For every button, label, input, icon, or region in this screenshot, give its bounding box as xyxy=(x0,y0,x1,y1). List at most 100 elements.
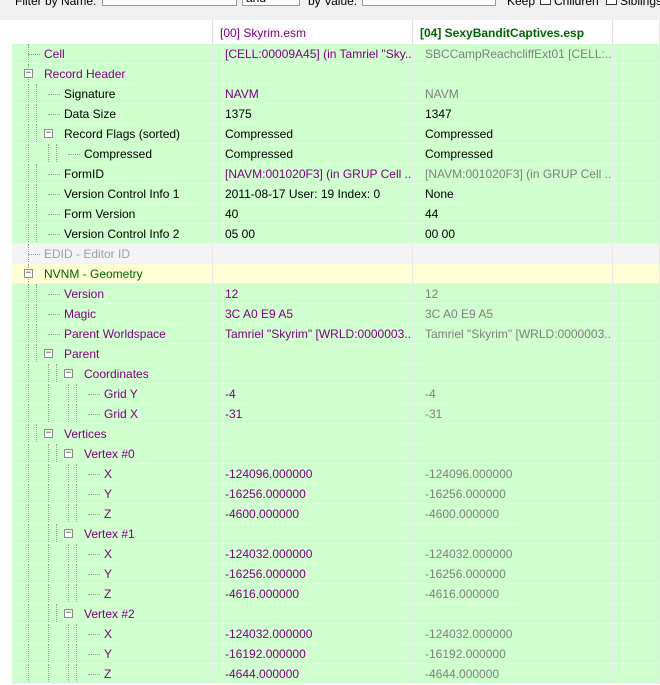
record-row[interactable]: Z -4600.000000 -4600.000000 xyxy=(12,504,660,524)
value-cell-file1[interactable]: -16192.000000 xyxy=(213,644,413,664)
value-cell-file1[interactable]: -124032.000000 xyxy=(213,624,413,644)
value-cell-file1[interactable]: NAVM xyxy=(213,84,413,104)
value-cell-file2[interactable]: -124032.000000 xyxy=(413,624,613,644)
collapse-toggle-icon[interactable]: − xyxy=(64,449,73,458)
value-cell-file2[interactable]: NAVM xyxy=(413,84,613,104)
collapse-toggle-icon[interactable]: − xyxy=(24,69,33,78)
record-row[interactable]: − Record Flags (sorted) Compressed Compress… xyxy=(12,124,660,144)
record-row[interactable]: − NVNM - Geometry xyxy=(12,264,660,284)
value-cell-file2[interactable]: Compressed xyxy=(413,124,613,144)
value-cell-file1[interactable] xyxy=(213,604,413,624)
row-label-cell[interactable]: X xyxy=(12,464,213,484)
value-cell-file2[interactable]: -4600.000000 xyxy=(413,504,613,524)
value-cell-file2[interactable]: -16256.000000 xyxy=(413,484,613,504)
keep-siblings-checkbox[interactable] xyxy=(606,0,617,5)
row-label-cell[interactable]: Signature xyxy=(12,84,213,104)
record-row[interactable]: Z -4644.000000 -4644.000000 xyxy=(12,664,660,684)
value-cell-file2[interactable] xyxy=(413,344,613,364)
record-row[interactable]: Data Size 1375 1347 xyxy=(12,104,660,124)
column-header-label[interactable] xyxy=(12,20,213,44)
value-cell-file2[interactable] xyxy=(413,604,613,624)
row-label-cell[interactable]: − Vertex #1 xyxy=(12,524,213,544)
value-cell-file1[interactable]: -4 xyxy=(213,384,413,404)
row-label-cell[interactable]: Z xyxy=(12,504,213,524)
row-label-cell[interactable]: Compressed xyxy=(12,144,213,164)
value-cell-file2[interactable]: SBCCampReachcliffExt01 [CELL:... xyxy=(413,44,613,64)
value-cell-file2[interactable] xyxy=(413,64,613,84)
keep-children-checkbox[interactable] xyxy=(540,0,551,5)
row-label-cell[interactable]: Grid X xyxy=(12,404,213,424)
value-cell-file1[interactable] xyxy=(213,524,413,544)
collapse-toggle-icon[interactable]: − xyxy=(44,349,53,358)
record-row[interactable]: − Vertex #0 xyxy=(12,444,660,464)
row-label-cell[interactable]: Parent Worldspace xyxy=(12,324,213,344)
record-row[interactable]: Y -16192.000000 -16192.000000 xyxy=(12,644,660,664)
record-row[interactable]: Signature NAVM NAVM xyxy=(12,84,660,104)
value-cell-file1[interactable]: Compressed xyxy=(213,124,413,144)
value-cell-file2[interactable]: -124032.000000 xyxy=(413,544,613,564)
column-header-file1[interactable]: [00] Skyrim.esm xyxy=(213,20,413,44)
record-row[interactable]: Z -4616.000000 -4616.000000 xyxy=(12,584,660,604)
value-cell-file1[interactable]: -16256.000000 xyxy=(213,484,413,504)
value-cell-file2[interactable]: 3C A0 E9 A5 xyxy=(413,304,613,324)
value-cell-file1[interactable]: 1375 xyxy=(213,104,413,124)
value-cell-file1[interactable] xyxy=(213,344,413,364)
value-cell-file1[interactable]: 3C A0 E9 A5 xyxy=(213,304,413,324)
row-label-cell[interactable]: − Parent xyxy=(12,344,213,364)
value-cell-file1[interactable]: 40 xyxy=(213,204,413,224)
record-row[interactable]: − Vertex #2 xyxy=(12,604,660,624)
row-label-cell[interactable]: Form Version xyxy=(12,204,213,224)
record-row[interactable]: Version Control Info 2 05 00 00 00 xyxy=(12,224,660,244)
value-cell-file1[interactable]: 05 00 xyxy=(213,224,413,244)
record-view-grid[interactable]: [00] Skyrim.esm [04] SexyBanditCaptives.… xyxy=(12,20,660,685)
value-cell-file1[interactable]: -124032.000000 xyxy=(213,544,413,564)
value-cell-file2[interactable]: 00 00 xyxy=(413,224,613,244)
value-cell-file2[interactable]: Tamriel "Skyrim" [WRLD:0000003... xyxy=(413,324,613,344)
row-label-cell[interactable]: Data Size xyxy=(12,104,213,124)
value-cell-file1[interactable]: -4616.000000 xyxy=(213,584,413,604)
record-row[interactable]: − Record Header xyxy=(12,64,660,84)
value-cell-file1[interactable]: [CELL:00009A45] (in Tamriel "Sky... xyxy=(213,44,413,64)
row-label-cell[interactable]: − Vertex #2 xyxy=(12,604,213,624)
value-cell-file2[interactable]: [NAVM:001020F3] (in GRUP Cell ... xyxy=(413,164,613,184)
value-cell-file2[interactable] xyxy=(413,424,613,444)
row-label-cell[interactable]: Version xyxy=(12,284,213,304)
value-cell-file2[interactable]: -31 xyxy=(413,404,613,424)
row-label-cell[interactable]: − Coordinates xyxy=(12,364,213,384)
value-cell-file2[interactable] xyxy=(413,264,613,284)
row-label-cell[interactable]: Version Control Info 1 xyxy=(12,184,213,204)
filter-value-input[interactable] xyxy=(362,0,496,6)
value-cell-file2[interactable]: -4644.000000 xyxy=(413,664,613,684)
row-label-cell[interactable]: Version Control Info 2 xyxy=(12,224,213,244)
row-label-cell[interactable]: Grid Y xyxy=(12,384,213,404)
row-label-cell[interactable]: X xyxy=(12,624,213,644)
value-cell-file1[interactable] xyxy=(213,424,413,444)
value-cell-file2[interactable]: Compressed xyxy=(413,144,613,164)
value-cell-file2[interactable]: -16256.000000 xyxy=(413,564,613,584)
row-label-cell[interactable]: − Vertex #0 xyxy=(12,444,213,464)
collapse-toggle-icon[interactable]: − xyxy=(24,269,33,278)
value-cell-file2[interactable] xyxy=(413,244,613,264)
record-row[interactable]: Y -16256.000000 -16256.000000 xyxy=(12,564,660,584)
collapse-toggle-icon[interactable]: − xyxy=(44,129,53,138)
column-header-file2[interactable]: [04] SexyBanditCaptives.esp xyxy=(413,20,613,44)
value-cell-file1[interactable]: Tamriel "Skyrim" [WRLD:0000003... xyxy=(213,324,413,344)
record-row[interactable]: − Vertex #1 xyxy=(12,524,660,544)
record-row[interactable]: Parent Worldspace Tamriel "Skyrim" [WRLD:… xyxy=(12,324,660,344)
value-cell-file1[interactable]: [NAVM:001020F3] (in GRUP Cell ... xyxy=(213,164,413,184)
record-row[interactable]: Version 12 12 xyxy=(12,284,660,304)
row-label-cell[interactable]: Y xyxy=(12,564,213,584)
value-cell-file2[interactable] xyxy=(413,524,613,544)
row-label-cell[interactable]: Y xyxy=(12,644,213,664)
value-cell-file1[interactable] xyxy=(213,444,413,464)
column-header-empty[interactable] xyxy=(613,20,660,44)
row-label-cell[interactable]: Cell xyxy=(12,44,213,64)
value-cell-file1[interactable] xyxy=(213,64,413,84)
collapse-toggle-icon[interactable]: − xyxy=(64,529,73,538)
row-label-cell[interactable]: Magic xyxy=(12,304,213,324)
value-cell-file2[interactable]: None xyxy=(413,184,613,204)
record-row[interactable]: Version Control Info 1 2011-08-17 User: 1… xyxy=(12,184,660,204)
row-label-cell[interactable]: Z xyxy=(12,664,213,684)
value-cell-file2[interactable]: -124096.000000 xyxy=(413,464,613,484)
value-cell-file2[interactable]: -16192.000000 xyxy=(413,644,613,664)
